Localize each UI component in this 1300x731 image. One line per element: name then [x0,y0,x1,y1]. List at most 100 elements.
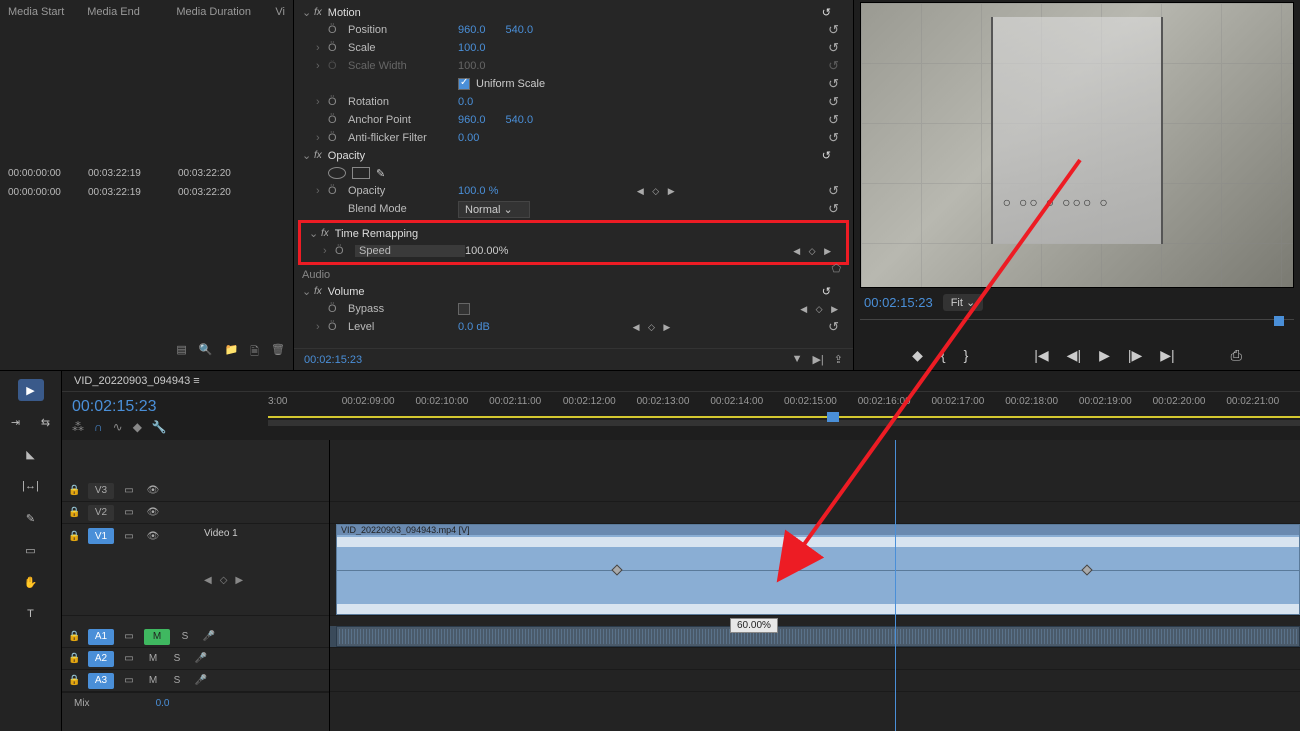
reset-icon[interactable]: ↺ [828,201,839,217]
snap-icon[interactable]: ∩ [94,420,103,434]
bypass-checkbox[interactable] [458,303,470,315]
program-time[interactable]: 00:02:15:23 [864,295,933,310]
speed-value[interactable]: 100.00% [465,245,508,257]
stopwatch-icon[interactable]: Ö [328,185,342,197]
stopwatch-icon[interactable]: Ö [328,114,342,126]
anchor-y-value[interactable]: 540.0 [506,114,534,126]
stopwatch-icon[interactable]: Ö [335,245,349,257]
voiceover-icon[interactable]: 🎤 [192,653,210,664]
col-vi[interactable]: Vi [267,6,293,18]
stopwatch-icon[interactable]: Ö [328,132,342,144]
volume-effect-header[interactable]: ⌄fxVolume ↺ [294,283,853,300]
razor-tool[interactable]: ◣ [18,443,44,465]
solo-toggle[interactable]: S [168,675,186,686]
track-header-a3[interactable]: 🔒 A3 ▭ M S 🎤 [62,670,329,692]
lock-icon[interactable]: 🔒 [68,531,82,542]
ripple-tool[interactable]: ⇆ [33,411,59,433]
slip-tool[interactable]: |↔| [18,475,44,497]
track-header-v3[interactable]: 🔒 V3 ▭ 👁 [62,480,329,502]
media-row[interactable]: 00:00:00:00 00:03:22:19 00:03:22:20 [0,164,293,183]
keyframe-marker-icon[interactable]: ⬠ [831,262,841,275]
opacity-value[interactable]: 100.0 % [458,185,498,197]
add-keyframe-icon[interactable]: ◇ [220,575,228,586]
source-patch-icon[interactable]: ▭ [120,653,138,664]
reset-icon[interactable]: ↺ [828,319,839,335]
list-view-icon[interactable]: ▤ [176,343,186,362]
keyframe-nav[interactable]: ◀ ◇ ▶ [633,322,674,333]
solo-toggle[interactable]: S [176,631,194,642]
stopwatch-icon[interactable]: Ö [328,303,342,315]
ellipse-mask-icon[interactable] [328,167,346,179]
program-monitor-video[interactable] [860,2,1294,288]
search-icon[interactable]: 🔍 [199,343,213,362]
motion-effect-header[interactable]: ⌄fxMotion ↺ [294,4,853,21]
col-media-end[interactable]: Media End [79,6,168,18]
media-row[interactable]: 00:00:00:00 00:03:22:19 00:03:22:20 [0,183,293,202]
source-patch-icon[interactable]: ▭ [120,485,138,496]
type-tool[interactable]: T [18,603,44,625]
timeline-ruler[interactable]: 3:0000:02:09:0000:02:10:0000:02:11:0000:… [268,392,1300,436]
mute-toggle[interactable]: M [144,675,162,686]
track-header-v1[interactable]: 🔒 V1 ▭ 👁 Video 1 ◀ ◇ ▶ [62,524,329,616]
lock-icon[interactable]: 🔒 [68,631,82,642]
eye-icon[interactable]: 👁 [144,485,162,496]
reset-icon[interactable]: ↺ [828,94,839,110]
reset-icon[interactable]: ↺ [828,76,839,92]
marker-icon[interactable]: ◆ [133,420,142,434]
reset-icon[interactable]: ↺ [828,130,839,146]
reset-icon[interactable]: ↺ [822,6,831,19]
reset-icon[interactable]: ↺ [828,40,839,56]
source-patch-icon[interactable]: ▭ [120,531,138,542]
program-scrubber[interactable] [860,319,1294,339]
trash-icon[interactable]: 🗑 [271,343,285,362]
track-select-tool[interactable]: ⇥ [3,411,29,433]
zoom-fit-select[interactable]: Fit ⌄ [943,294,984,311]
keyframe-nav[interactable]: ◀ ◇ ▶ [793,246,834,257]
hand-tool[interactable]: ✋ [18,571,44,593]
mark-out-icon[interactable]: } [964,347,969,364]
reset-icon[interactable]: ↺ [828,22,839,38]
track-header-a2[interactable]: 🔒 A2 ▭ M S 🎤 [62,648,329,670]
lock-icon[interactable]: 🔒 [68,485,82,496]
source-patch-icon[interactable]: ▭ [120,507,138,518]
mark-in-icon[interactable]: { [941,347,946,364]
mix-track-header[interactable]: Mix 0.0 [62,692,329,714]
timeline-tracks-area[interactable]: VID_20220903_094943.mp4 [V] 6 [330,440,1300,731]
voiceover-icon[interactable]: 🎤 [200,631,218,642]
sequence-tab[interactable]: VID_20220903_094943 ≡ [62,371,1300,392]
uniform-scale-checkbox[interactable] [458,78,470,90]
track-header-a1[interactable]: 🔒 A1 ▭ M S 🎤 [62,626,329,648]
voiceover-icon[interactable]: 🎤 [192,675,210,686]
next-keyframe-icon[interactable]: ▶ [235,575,243,586]
play-icon[interactable]: ▶ [1099,347,1110,364]
stopwatch-icon[interactable]: Ö [328,24,342,36]
level-value[interactable]: 0.0 dB [458,321,490,333]
track-header-v2[interactable]: 🔒 V2 ▭ 👁 [62,502,329,524]
settings-icon[interactable]: 🔧 [152,420,167,434]
export-icon[interactable]: ⇪ [834,353,843,366]
keyframe-nav[interactable]: ◀ ◇ ▶ [637,186,678,197]
time-remapping-header[interactable]: ⌄fxTime Remapping [301,225,846,242]
blend-mode-select[interactable]: Normal ⌄ [458,201,530,218]
source-patch-icon[interactable]: ▭ [120,631,138,642]
stopwatch-icon[interactable]: Ö [328,42,342,54]
rectangle-tool[interactable]: ▭ [18,539,44,561]
col-media-start[interactable]: Media Start [0,6,79,18]
reset-icon[interactable]: ↺ [828,112,839,128]
prev-keyframe-icon[interactable]: ◀ [204,575,212,586]
playhead-handle[interactable] [827,412,839,422]
play-only-icon[interactable]: ▶| [812,353,823,366]
lock-icon[interactable]: 🔒 [68,507,82,518]
position-y-value[interactable]: 540.0 [506,24,534,36]
mix-value[interactable]: 0.0 [156,698,170,709]
linked-selection-icon[interactable]: ∿ [113,420,123,434]
source-patch-icon[interactable]: ▭ [120,675,138,686]
new-bin-icon[interactable]: 📁 [224,343,238,362]
solo-toggle[interactable]: S [168,653,186,664]
step-forward-icon[interactable]: |▶ [1128,347,1142,364]
nest-icon[interactable]: ⁂ [72,420,84,434]
export-frame-icon[interactable]: ⎙ [1231,347,1242,364]
eye-icon[interactable]: 👁 [144,531,162,542]
lock-icon[interactable]: 🔒 [68,675,82,686]
audio-clip[interactable] [336,626,1300,647]
